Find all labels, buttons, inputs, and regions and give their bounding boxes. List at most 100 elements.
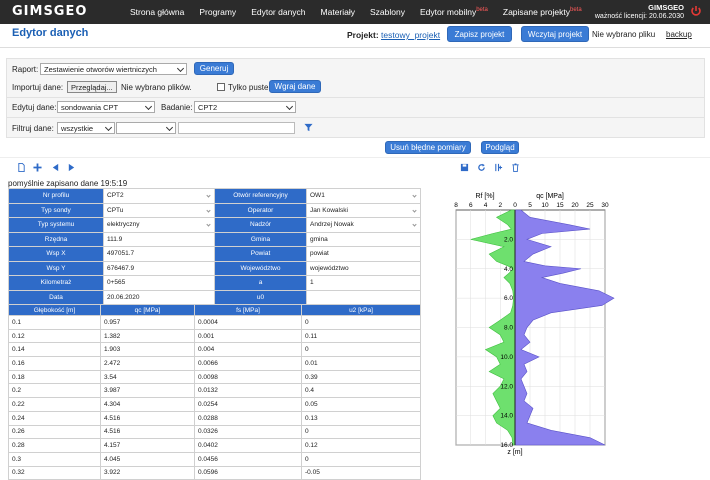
table-cell[interactable]: 0.4 (301, 383, 421, 399)
table-cell[interactable]: 0.3 (8, 451, 101, 467)
remove-bad-measurements-button[interactable]: Usuń błędne pomiary (385, 141, 471, 154)
table-cell[interactable]: 0.0456 (194, 451, 302, 467)
nav-materials[interactable]: Materiały (321, 7, 355, 17)
new-file-icon[interactable] (17, 163, 26, 172)
info-field-value[interactable]: Andrzej Nowak (306, 217, 421, 233)
table-cell[interactable]: 3.987 (100, 383, 195, 399)
info-field-value[interactable]: 497051.7 (103, 246, 215, 262)
info-field-value[interactable]: gmina (306, 231, 421, 247)
generate-button[interactable]: Generuj (194, 62, 234, 75)
nav-saved-projects[interactable]: Zapisane projektybeta (503, 7, 582, 17)
insert-column-icon[interactable] (494, 163, 503, 172)
table-cell[interactable]: 0.16 (8, 356, 101, 371)
table-cell[interactable]: 3.54 (100, 369, 195, 385)
table-cell[interactable]: 0.0132 (194, 383, 302, 399)
table-cell[interactable]: 4.045 (100, 451, 195, 467)
info-field-value[interactable]: 111.9 (103, 231, 215, 247)
table-cell[interactable]: 1.382 (100, 328, 195, 344)
info-field-value[interactable]: 20.06.2020 (103, 289, 215, 305)
column-header[interactable]: Głębokość [m] (8, 304, 101, 316)
report-select[interactable]: Zestawienie otworów wiertniczych (40, 63, 187, 75)
info-field-value[interactable]: województwo (306, 260, 421, 276)
table-cell[interactable]: 0.0402 (194, 438, 302, 453)
filter-value-input[interactable] (178, 122, 295, 134)
filter-column-select[interactable] (116, 122, 176, 134)
column-header[interactable]: qc [MPa] (100, 304, 195, 316)
table-cell[interactable]: 0.18 (8, 369, 101, 385)
info-field-value[interactable]: 0+565 (103, 275, 215, 291)
table-cell[interactable]: 0.2 (8, 383, 101, 399)
table-cell[interactable]: 0.12 (8, 328, 101, 344)
info-field-value[interactable]: CPT2 (103, 188, 215, 204)
filter-icon[interactable] (304, 123, 313, 132)
refresh-icon[interactable] (477, 163, 486, 172)
table-cell[interactable]: 0 (301, 451, 421, 467)
table-cell[interactable]: 0.01 (301, 356, 421, 371)
table-cell[interactable]: 0.24 (8, 410, 101, 426)
preview-button[interactable]: Podgląd (481, 141, 519, 154)
info-field-value[interactable]: 1 (306, 275, 421, 291)
table-cell[interactable]: 0.1 (8, 315, 101, 330)
table-cell[interactable]: 0.004 (194, 342, 302, 358)
backup-link[interactable]: backup (666, 30, 692, 39)
trash-icon[interactable] (511, 163, 520, 172)
load-project-button[interactable]: Wczytaj projekt (521, 26, 589, 42)
nav-mobile-editor[interactable]: Edytor mobilnybeta (420, 7, 488, 17)
add-row-icon[interactable] (33, 163, 42, 172)
table-cell[interactable]: 0.0326 (194, 424, 302, 440)
edit-data-select[interactable]: sondowania CPT (57, 101, 155, 113)
table-cell[interactable]: 2.472 (100, 356, 195, 371)
arrow-right-icon[interactable] (67, 163, 76, 172)
test-select[interactable]: CPT2 (194, 101, 296, 113)
info-field-value[interactable]: Jan Kowalski (306, 202, 421, 218)
table-cell[interactable]: 0.28 (8, 438, 101, 453)
info-field-value[interactable]: powiat (306, 246, 421, 262)
save-project-button[interactable]: Zapisz projekt (447, 26, 512, 42)
table-cell[interactable]: 0 (301, 424, 421, 440)
table-cell[interactable]: 0.957 (100, 315, 195, 330)
table-cell[interactable]: 0.22 (8, 397, 101, 412)
table-cell[interactable]: 4.304 (100, 397, 195, 412)
table-cell[interactable]: 0 (301, 315, 421, 330)
table-cell[interactable]: 0.12 (301, 438, 421, 453)
info-field-value[interactable]: OW1 (306, 188, 421, 204)
divider (0, 47, 710, 48)
upload-data-button[interactable]: Wgraj dane (269, 80, 321, 93)
arrow-left-icon[interactable] (51, 163, 60, 172)
browse-button[interactable]: Przeglądaj... (67, 81, 117, 93)
table-cell[interactable]: 0.0004 (194, 315, 302, 330)
only-empty-checkbox[interactable] (217, 83, 225, 91)
table-cell[interactable]: 4.516 (100, 410, 195, 426)
table-cell[interactable]: 0.0288 (194, 410, 302, 426)
table-cell[interactable]: 0.0254 (194, 397, 302, 412)
table-cell[interactable]: 0.26 (8, 424, 101, 440)
logout-power-icon[interactable] (690, 5, 702, 17)
nav-programs[interactable]: Programy (199, 7, 236, 17)
table-cell[interactable]: 0.0066 (194, 356, 302, 371)
table-cell[interactable]: 0.13 (301, 410, 421, 426)
project-name-link[interactable]: testowy_projekt (381, 30, 440, 40)
chevron-down-icon (412, 222, 417, 227)
table-cell[interactable]: 0.14 (8, 342, 101, 358)
table-cell[interactable]: 0.11 (301, 328, 421, 344)
table-cell[interactable]: 1.903 (100, 342, 195, 358)
nav-home[interactable]: Strona główna (130, 7, 184, 17)
filter-select[interactable]: wszystkie (57, 122, 115, 134)
nav-templates[interactable]: Szablony (370, 7, 405, 17)
column-header[interactable]: u2 [kPa] (301, 304, 421, 316)
app-logo[interactable]: GIMSGEO (12, 4, 87, 19)
table-cell[interactable]: 0.001 (194, 328, 302, 344)
column-header[interactable]: fs [MPa] (194, 304, 302, 316)
nav-data-editor[interactable]: Edytor danych (251, 7, 305, 17)
save-icon[interactable] (460, 163, 469, 172)
table-cell[interactable]: 4.157 (100, 438, 195, 453)
table-cell[interactable]: 0.05 (301, 397, 421, 412)
info-field-value[interactable]: elektryczny (103, 217, 215, 233)
info-field-value[interactable]: 676467.9 (103, 260, 215, 276)
table-cell[interactable]: 0 (301, 342, 421, 358)
info-field-value[interactable] (306, 289, 421, 305)
info-field-value[interactable]: CPTu (103, 202, 215, 218)
table-cell[interactable]: 0.39 (301, 369, 421, 385)
table-cell[interactable]: 0.0098 (194, 369, 302, 385)
table-cell[interactable]: 4.516 (100, 424, 195, 440)
